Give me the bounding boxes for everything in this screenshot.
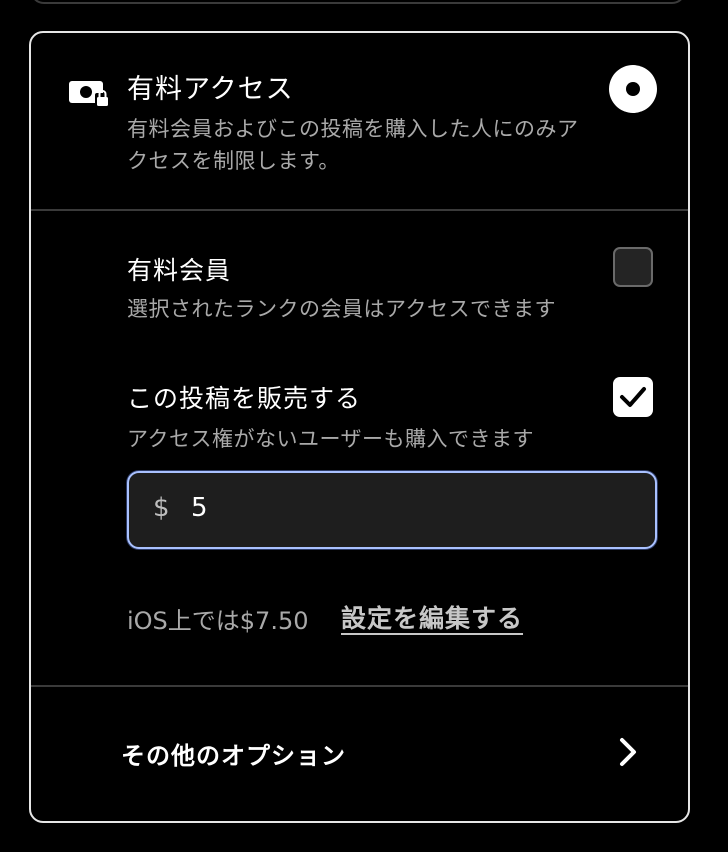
- sell-post-description: アクセス権がないユーザーも購入できます: [127, 427, 535, 451]
- more-options-label: その他のオプション: [121, 742, 346, 770]
- divider: [31, 209, 688, 211]
- paid-members-description: 選択されたランクの会員はアクセスできます: [127, 297, 556, 321]
- chevron-right-icon: [620, 738, 636, 766]
- paid-access-radio[interactable]: [609, 65, 657, 113]
- divider: [31, 685, 688, 687]
- sell-post-checkbox[interactable]: [613, 377, 653, 417]
- price-input[interactable]: $ 5: [127, 471, 657, 549]
- radio-selected-dot: [626, 82, 640, 96]
- paid-access-option[interactable]: 有料アクセス 有料会員およびこの投稿を購入した人にのみアクセスを制限します。: [31, 33, 688, 211]
- paid-lock-icon: [69, 81, 109, 107]
- paid-access-title: 有料アクセス: [127, 74, 294, 105]
- previous-option-card: [30, 0, 686, 4]
- paid-members-checkbox[interactable]: [613, 247, 653, 287]
- edit-settings-link[interactable]: 設定を編集する: [341, 599, 523, 635]
- paid-access-card: 有料アクセス 有料会員およびこの投稿を購入した人にのみアクセスを制限します。 有…: [29, 31, 690, 823]
- sell-post-title: この投稿を販売する: [127, 384, 362, 413]
- price-value[interactable]: 5: [191, 493, 208, 523]
- paid-access-description: 有料会員およびこの投稿を購入した人にのみアクセスを制限します。: [127, 117, 579, 173]
- ios-price-note: iOS上では$7.50: [127, 607, 309, 635]
- currency-symbol: $: [153, 493, 170, 523]
- more-options-row[interactable]: その他のオプション: [31, 688, 688, 819]
- checkmark-icon: [620, 387, 646, 407]
- paid-members-title: 有料会員: [127, 256, 232, 285]
